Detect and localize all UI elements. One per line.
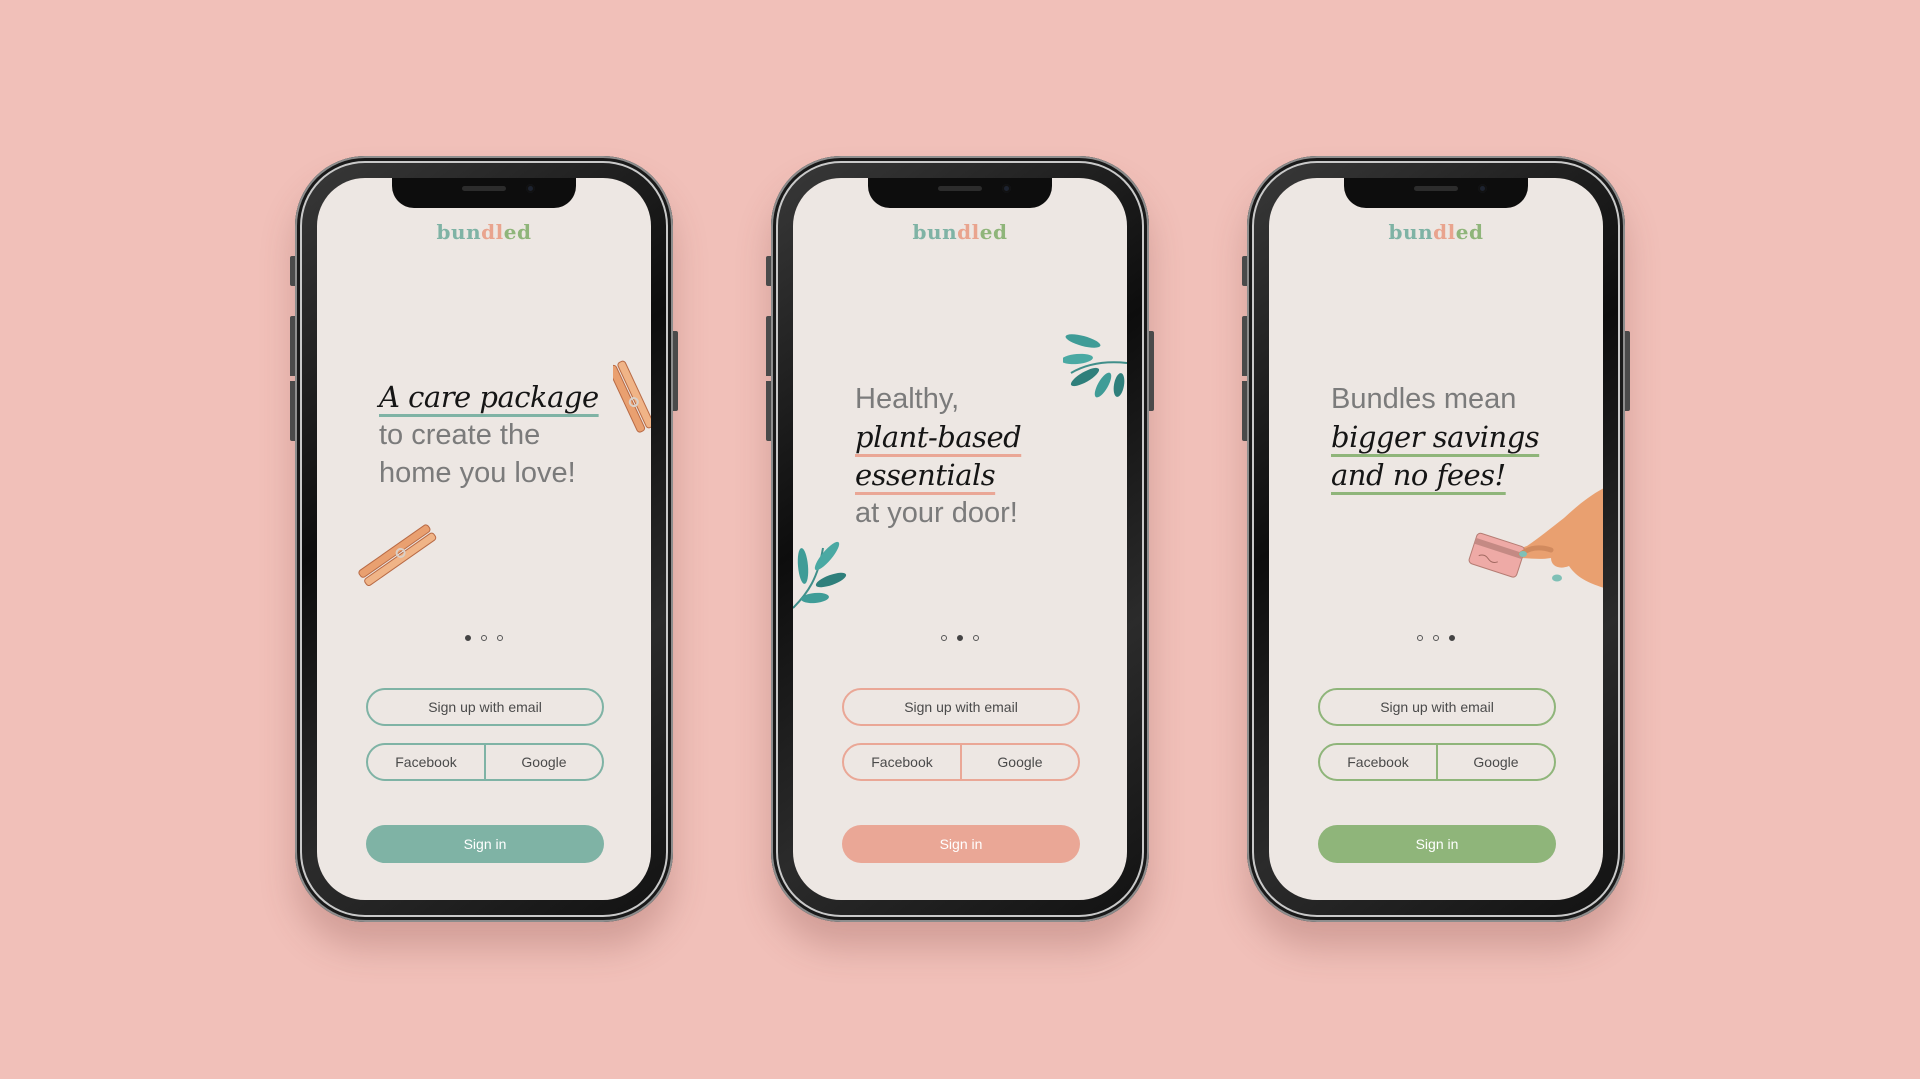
phone-notch [868,178,1052,208]
onboarding-screen-1: bundled A care package to create the hom… [317,178,651,900]
logo-part-3: ed [979,220,1008,244]
headline-emphasis-line: and no fees! [1331,458,1506,492]
onboarding-headline: Bundles mean bigger savings and no fees! [1331,380,1583,494]
social-login-group: Facebook Google [842,743,1080,781]
logo-part-3: ed [1455,220,1484,244]
logo-part-1: bun [436,220,482,244]
pagination-dot-active[interactable] [465,635,471,641]
pagination-dots [317,628,651,646]
onboarding-headline: Healthy, plant-based essentials at your … [855,380,1107,532]
headline-line: Bundles mean [1331,383,1517,415]
front-camera [1478,184,1487,193]
logo-part-1: bun [912,220,958,244]
onboarding-screen-3: bundled Bundles mean bigger savings and … [1269,178,1603,900]
brand-logo: bundled [317,220,651,244]
headline-line: at your door! [855,497,1018,529]
facebook-button[interactable]: Facebook [844,745,962,779]
phone-side-button [1625,331,1630,411]
pagination-dots [1269,628,1603,646]
pagination-dot-active[interactable] [957,635,963,641]
social-login-group: Facebook Google [1318,743,1556,781]
google-button[interactable]: Google [1438,745,1554,779]
pagination-dot[interactable] [497,635,503,641]
google-button[interactable]: Google [486,745,602,779]
pagination-dot-active[interactable] [1449,635,1455,641]
headline-line: home you love! [379,457,576,489]
social-login-group: Facebook Google [366,743,604,781]
sign-in-button[interactable]: Sign in [366,825,604,863]
sign-in-button[interactable]: Sign in [842,825,1080,863]
brand-logo: bundled [1269,220,1603,244]
headline-emphasis-line: A care package [379,380,599,414]
front-camera [526,184,535,193]
facebook-button[interactable]: Facebook [368,745,486,779]
clothespin-icon [358,524,437,586]
phone-mockup-3: bundled Bundles mean bigger savings and … [1242,156,1630,922]
hand-holding-card-icon [1468,488,1603,588]
front-camera [1002,184,1011,193]
headline-emphasis-line: essentials [855,458,996,492]
logo-part-2: dl [957,220,980,244]
phone-notch [392,178,576,208]
phone-side-button [1149,331,1154,411]
sign-up-email-button[interactable]: Sign up with email [366,688,604,726]
logo-part-1: bun [1388,220,1434,244]
pagination-dot[interactable] [941,635,947,641]
headline-line: Healthy, [855,383,960,415]
leaf-icon [793,541,847,609]
sign-in-button[interactable]: Sign in [1318,825,1556,863]
pagination-dots [793,628,1127,646]
sign-up-email-button[interactable]: Sign up with email [1318,688,1556,726]
facebook-button[interactable]: Facebook [1320,745,1438,779]
phone-side-button [673,331,678,411]
speaker-grille [462,186,506,191]
phone-mockup-1: bundled A care package to create the hom… [290,156,678,922]
headline-emphasis-line: bigger savings [1331,420,1540,454]
pagination-dot[interactable] [481,635,487,641]
phone-mockup-2: bundled Healthy, plant-based essentials … [766,156,1154,922]
pagination-dot[interactable] [1417,635,1423,641]
brand-logo: bundled [793,220,1127,244]
phone-notch [1344,178,1528,208]
logo-part-2: dl [481,220,504,244]
logo-part-3: ed [503,220,532,244]
pagination-dot[interactable] [973,635,979,641]
logo-part-2: dl [1433,220,1456,244]
headline-emphasis-line: plant-based [855,420,1022,454]
onboarding-headline: A care package to create the home you lo… [379,378,631,492]
google-button[interactable]: Google [962,745,1078,779]
sign-up-email-button[interactable]: Sign up with email [842,688,1080,726]
speaker-grille [938,186,982,191]
headline-line: to create the [379,419,541,451]
speaker-grille [1414,186,1458,191]
onboarding-screen-2: bundled Healthy, plant-based essentials … [793,178,1127,900]
pagination-dot[interactable] [1433,635,1439,641]
